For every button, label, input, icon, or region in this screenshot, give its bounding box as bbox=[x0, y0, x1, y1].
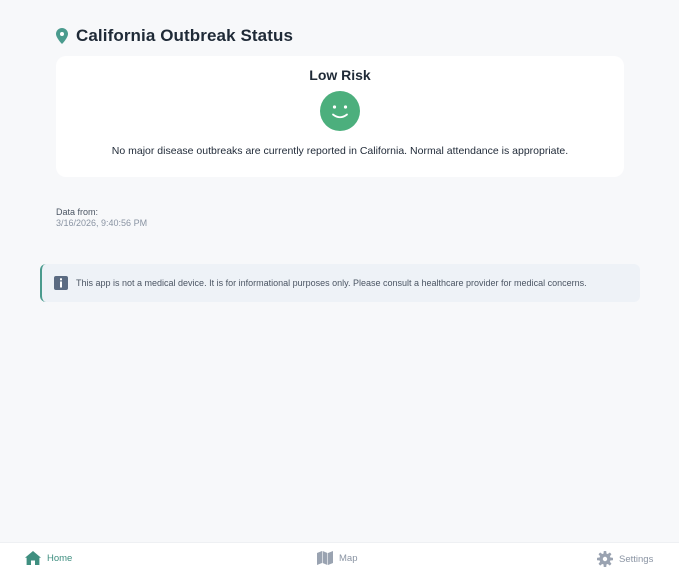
page-header: California Outbreak Status bbox=[56, 26, 293, 46]
home-icon bbox=[25, 551, 41, 565]
tab-map[interactable]: Map bbox=[317, 551, 357, 565]
tab-map-label: Map bbox=[339, 552, 358, 564]
tab-home[interactable]: Home bbox=[25, 551, 72, 565]
disclaimer-text: This app is not a medical device. It is … bbox=[76, 278, 587, 288]
tab-settings-label: Settings bbox=[619, 553, 654, 565]
risk-level: Low Risk bbox=[309, 67, 371, 83]
disclaimer-notice: This app is not a medical device. It is … bbox=[40, 264, 640, 302]
map-icon bbox=[317, 551, 333, 565]
page-title: California Outbreak Status bbox=[76, 26, 294, 45]
data-timestamp: 3/16/2026, 9:40:56 PM bbox=[56, 218, 148, 228]
smiley-face-icon bbox=[320, 91, 360, 131]
tab-home-label: Home bbox=[47, 552, 73, 564]
info-icon bbox=[54, 276, 68, 290]
gear-icon bbox=[597, 551, 613, 567]
bottom-tab-bar: Home Map Settings bbox=[0, 542, 679, 573]
tab-settings[interactable]: Settings bbox=[597, 551, 653, 567]
location-pin-icon bbox=[56, 28, 68, 44]
data-source-info: Data from: 3/16/2026, 9:40:56 PM bbox=[56, 207, 147, 229]
data-from-label: Data from: bbox=[56, 207, 99, 217]
status-message: No major disease outbreaks are currently… bbox=[111, 145, 569, 157]
status-card: Low Risk No major disease outbreaks are … bbox=[56, 56, 624, 177]
